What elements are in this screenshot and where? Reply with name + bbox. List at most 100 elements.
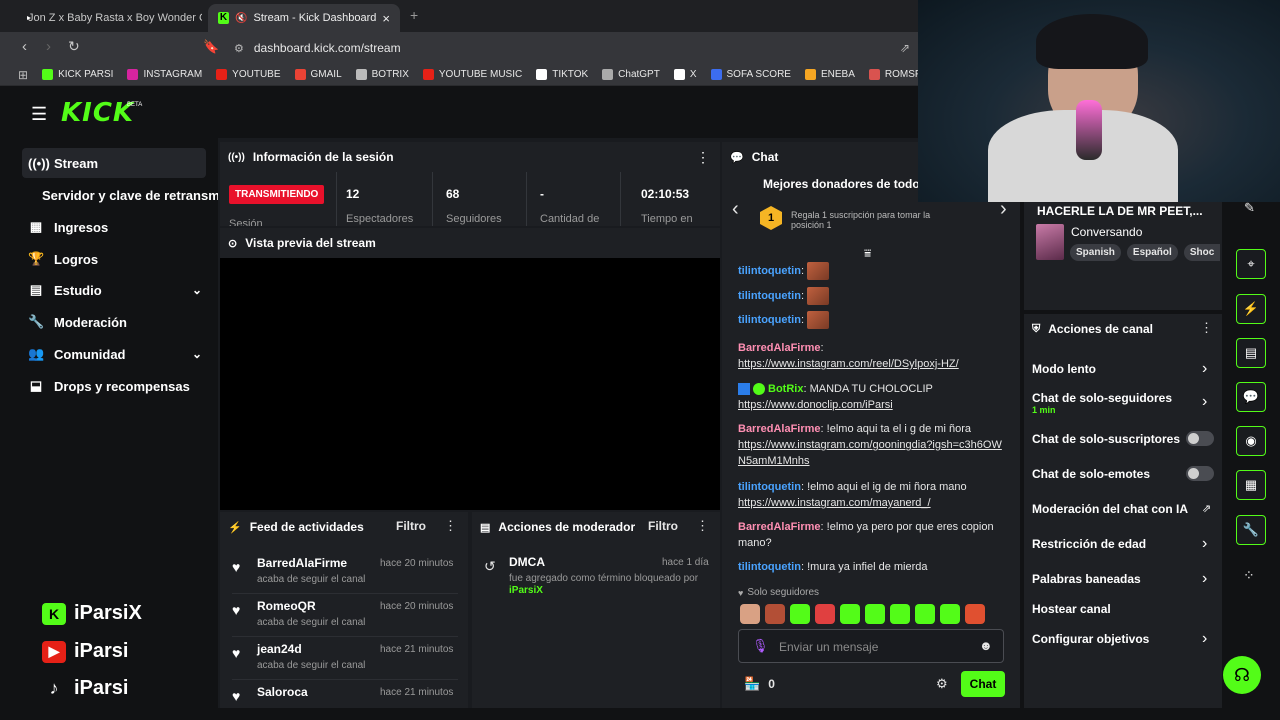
share-icon[interactable]: ⇗ [900, 41, 910, 55]
chevron-right-icon[interactable]: › [1202, 570, 1207, 588]
more-options-icon[interactable]: ⋮ [696, 149, 710, 166]
chat-username[interactable]: BarredAlaFirme [738, 342, 821, 354]
bookmark-item[interactable]: YOUTUBE MUSIC [416, 69, 529, 80]
category-thumbnail[interactable] [1036, 224, 1064, 260]
bookmark-item[interactable]: ROMSFUN [862, 69, 918, 80]
more-options-icon[interactable]: ⋮ [1200, 320, 1213, 336]
chat-link[interactable]: https://www.instagram.com/gooningdia?igs… [738, 439, 1002, 467]
emote-icon[interactable] [840, 604, 860, 624]
wrench-icon[interactable]: 🔧 [1236, 515, 1266, 545]
channel-action-3[interactable]: Chat de solo-emotes [1032, 467, 1150, 481]
emoji-icon[interactable]: ☻ [979, 638, 993, 653]
undo-icon[interactable]: ↺ [484, 558, 496, 575]
muted-icon[interactable]: 🔇 [235, 13, 247, 24]
tab-youtube[interactable]: Jon Z x Baby Rasta x Boy Wonder CF [12, 4, 202, 32]
focus-icon[interactable]: ⌖ [1236, 249, 1266, 279]
microphone-icon[interactable]: 🎙 [752, 638, 769, 654]
sidebar-item-estudio[interactable]: ▤ Estudio ⌄ [28, 275, 202, 305]
bookmark-item[interactable]: ENEBA [798, 69, 862, 80]
toggle-switch[interactable] [1186, 466, 1214, 481]
toggle-switch[interactable] [1186, 431, 1214, 446]
broadcast-icon[interactable]: ◉ [1236, 426, 1266, 456]
kick-logo[interactable]: KICK [61, 98, 134, 128]
sidebar-item-server-key[interactable]: Servidor y clave de retransmisión [42, 180, 218, 210]
support-headset-icon[interactable]: ☊ [1223, 656, 1261, 694]
chat-settings-icon[interactable]: ⚙ [936, 676, 948, 692]
back-icon[interactable]: ‹ [22, 38, 27, 55]
channel-action-0[interactable]: Modo lento [1032, 362, 1096, 376]
channel-action-1[interactable]: Chat de solo-seguidores 1 min [1032, 391, 1172, 415]
feed-filter-button[interactable]: Filtro [396, 519, 426, 533]
chevron-right-icon[interactable]: › [1202, 360, 1207, 378]
layout-icon[interactable]: ▦ [1236, 470, 1266, 500]
feed-item[interactable]: ♥ jean24d hace 21 minutos acaba de seguir e… [232, 640, 458, 680]
chat-link[interactable]: https://www.donoclip.com/iParsi [738, 399, 893, 411]
chevron-left-icon[interactable]: ‹ [732, 198, 739, 221]
url-bar[interactable]: ⚙ dashboard.kick.com/stream ⇗ [222, 36, 918, 60]
emote-icon[interactable] [765, 604, 785, 624]
apps-icon[interactable]: ⁘ [1243, 567, 1255, 584]
bookmark-item[interactable]: GMAIL [288, 69, 349, 80]
external-link-icon[interactable]: ⇗ [1202, 502, 1211, 515]
bookmark-item[interactable]: ChatGPT [595, 69, 667, 80]
hamburger-menu-icon[interactable]: ☰ [31, 104, 47, 125]
chat-username[interactable]: BarredAlaFirme [738, 521, 821, 533]
channel-action-4[interactable]: Moderación del chat con IA [1032, 502, 1188, 516]
chat-username[interactable]: BotRix [768, 383, 803, 395]
chat-link[interactable]: https://www.instagram.com/mayanerd_/ [738, 497, 931, 509]
chat-link[interactable]: https://www.instagram.com/reel/DSylpoxj-… [738, 358, 959, 370]
site-info-icon[interactable]: ⚙ [234, 42, 244, 55]
tag[interactable]: Español [1126, 244, 1178, 261]
collapse-icon[interactable]: ⩸ [864, 246, 871, 261]
modactions-filter-button[interactable]: Filtro [648, 519, 678, 533]
sidebar-item-drops[interactable]: ⬓ Drops y recompensas [28, 371, 190, 401]
bookmark-item[interactable]: TIKTOK [529, 69, 595, 80]
edit-icon[interactable]: ✎ [1244, 200, 1255, 216]
chat-username[interactable]: tilintoquetin [738, 290, 801, 302]
chat-icon[interactable]: 💬 [1236, 382, 1266, 412]
sidebar-item-moderacion[interactable]: 🔧 Moderación [28, 307, 127, 337]
chat-username[interactable]: tilintoquetin [738, 265, 801, 277]
chevron-right-icon[interactable]: › [1202, 393, 1207, 411]
chat-username[interactable]: tilintoquetin [738, 561, 801, 573]
bookmark-item[interactable]: BOTRIX [349, 69, 416, 80]
emote-icon[interactable] [940, 604, 960, 624]
more-options-icon[interactable]: ⋮ [444, 518, 457, 534]
bookmark-item[interactable]: SOFA SCORE [704, 69, 798, 80]
channel-action-8[interactable]: Configurar objetivos [1032, 632, 1149, 646]
emote-icon[interactable] [915, 604, 935, 624]
send-chat-button[interactable]: Chat [961, 671, 1005, 697]
bookmark-item[interactable]: INSTAGRAM [120, 69, 209, 80]
feed-item[interactable]: ♥ Saloroca hace 21 minutos [232, 683, 458, 708]
notes-icon[interactable]: ▤ [1236, 338, 1266, 368]
chat-username[interactable]: BarredAlaFirme [738, 423, 821, 435]
lightning-icon[interactable]: ⚡ [1236, 294, 1266, 324]
more-options-icon[interactable]: ⋮ [696, 518, 709, 534]
sidebar-item-ingresos[interactable]: ▦ Ingresos [28, 212, 108, 242]
apps-grid-icon[interactable]: ⊞ [0, 68, 35, 82]
video-player[interactable] [220, 258, 720, 510]
feed-item[interactable]: ♥ RomeoQR hace 20 minutos acaba de seguir e… [232, 597, 458, 637]
reload-icon[interactable]: ↻ [68, 38, 80, 55]
channel-action-6[interactable]: Palabras baneadas [1032, 572, 1141, 586]
bookmark-item[interactable]: KICK PARSI [35, 69, 120, 80]
chevron-right-icon[interactable]: › [1202, 630, 1207, 648]
new-tab-button[interactable]: + [410, 7, 418, 23]
chat-username[interactable]: tilintoquetin [738, 481, 801, 493]
bookmark-item[interactable]: YOUTUBE [209, 69, 287, 80]
sidebar-item-stream[interactable]: ((•)) Stream [28, 148, 98, 178]
emote-icon[interactable] [740, 604, 760, 624]
tag[interactable]: Shoc [1183, 244, 1221, 261]
channel-points[interactable]: 🏪 0 [744, 676, 775, 692]
chat-username[interactable]: tilintoquetin [738, 314, 801, 326]
tab-kick-dashboard[interactable]: K 🔇 Stream - Kick Dashboard × [208, 4, 400, 32]
tag[interactable]: Spanish [1070, 244, 1121, 261]
bookmark-item[interactable]: X [667, 69, 704, 80]
emote-icon[interactable] [865, 604, 885, 624]
category-name[interactable]: Conversando [1071, 225, 1142, 239]
bookmark-icon[interactable]: 🔖 [203, 39, 219, 55]
sidebar-item-comunidad[interactable]: 👥 Comunidad ⌄ [28, 339, 202, 369]
sidebar-item-logros[interactable]: 🏆 Logros [28, 244, 98, 274]
channel-action-2[interactable]: Chat de solo-suscriptores [1032, 432, 1180, 446]
chevron-right-icon[interactable]: › [1202, 535, 1207, 553]
